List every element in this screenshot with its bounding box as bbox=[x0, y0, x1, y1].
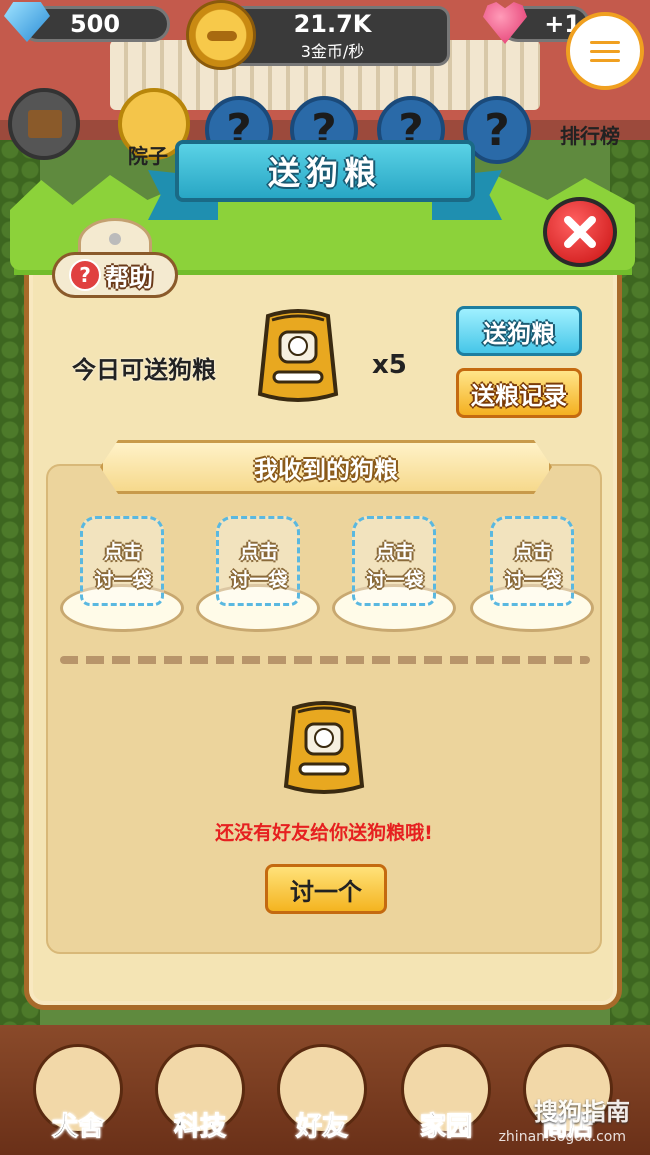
leaderboard-button[interactable]: 排行榜 bbox=[560, 120, 620, 149]
today-label: 今日可送狗粮 bbox=[72, 356, 216, 384]
request-slot-label: 点击 讨一袋 bbox=[366, 541, 424, 591]
house-label: 院子 bbox=[128, 144, 168, 168]
modal-title: 送狗粮 bbox=[175, 140, 475, 202]
question-icon: ? bbox=[69, 259, 101, 291]
food-multiplier: x5 bbox=[372, 350, 407, 380]
nav-home-label: 家园 bbox=[419, 1112, 472, 1143]
help-label: 帮助 bbox=[105, 263, 153, 292]
send-record-button[interactable]: 送粮记录 bbox=[456, 368, 582, 418]
request-slot-label: 点击 讨一袋 bbox=[94, 541, 152, 591]
coin-rate: 3金币/秒 bbox=[300, 42, 365, 61]
coin-count: 21.7K bbox=[293, 10, 372, 38]
box-icon[interactable] bbox=[8, 88, 80, 160]
dog-food-bag-icon bbox=[257, 309, 339, 402]
nav-tech[interactable]: 科技 bbox=[150, 1044, 250, 1143]
nav-tech-label: 科技 bbox=[173, 1112, 226, 1143]
received-banner: 我收到的狗粮 bbox=[100, 440, 552, 494]
nav-kennel[interactable]: 犬舍 bbox=[28, 1044, 128, 1143]
request-slot-label: 点击 讨一袋 bbox=[504, 541, 562, 591]
request-slot-4[interactable]: 点击 讨一袋 bbox=[470, 516, 594, 632]
dashed-divider bbox=[60, 656, 590, 664]
watermark-brand: 搜狗指南 bbox=[534, 1098, 630, 1126]
nav-kennel-label: 犬舍 bbox=[51, 1112, 104, 1143]
watermark-url: zhinan.sogou.com bbox=[498, 1129, 626, 1145]
hamburger-icon bbox=[590, 40, 620, 44]
received-title: 我收到的狗粮 bbox=[254, 455, 398, 484]
empty-message: 还没有好友给你送狗粮哦! bbox=[215, 822, 433, 844]
request-slot-3[interactable]: 点击 讨一袋 bbox=[332, 516, 456, 632]
bone-coin-icon bbox=[186, 0, 256, 70]
help-button[interactable]: ? 帮助 bbox=[52, 252, 178, 298]
gem-count: 500 bbox=[69, 10, 121, 38]
menu-button[interactable] bbox=[566, 12, 644, 90]
request-slot-1[interactable]: 点击 讨一袋 bbox=[60, 516, 184, 632]
nav-friends-label: 好友 bbox=[295, 1112, 348, 1143]
request-slot-label: 点击 讨一袋 bbox=[230, 541, 288, 591]
nav-home[interactable]: 家园 bbox=[396, 1044, 496, 1143]
nav-friends[interactable]: 好友 bbox=[272, 1044, 372, 1143]
close-button[interactable] bbox=[543, 197, 617, 267]
request-slot-2[interactable]: 点击 讨一袋 bbox=[196, 516, 320, 632]
dog-food-bag-icon bbox=[283, 701, 365, 794]
ask-button[interactable]: 讨一个 bbox=[265, 864, 387, 914]
send-food-button[interactable]: 送狗粮 bbox=[456, 306, 582, 356]
close-icon bbox=[564, 216, 596, 248]
